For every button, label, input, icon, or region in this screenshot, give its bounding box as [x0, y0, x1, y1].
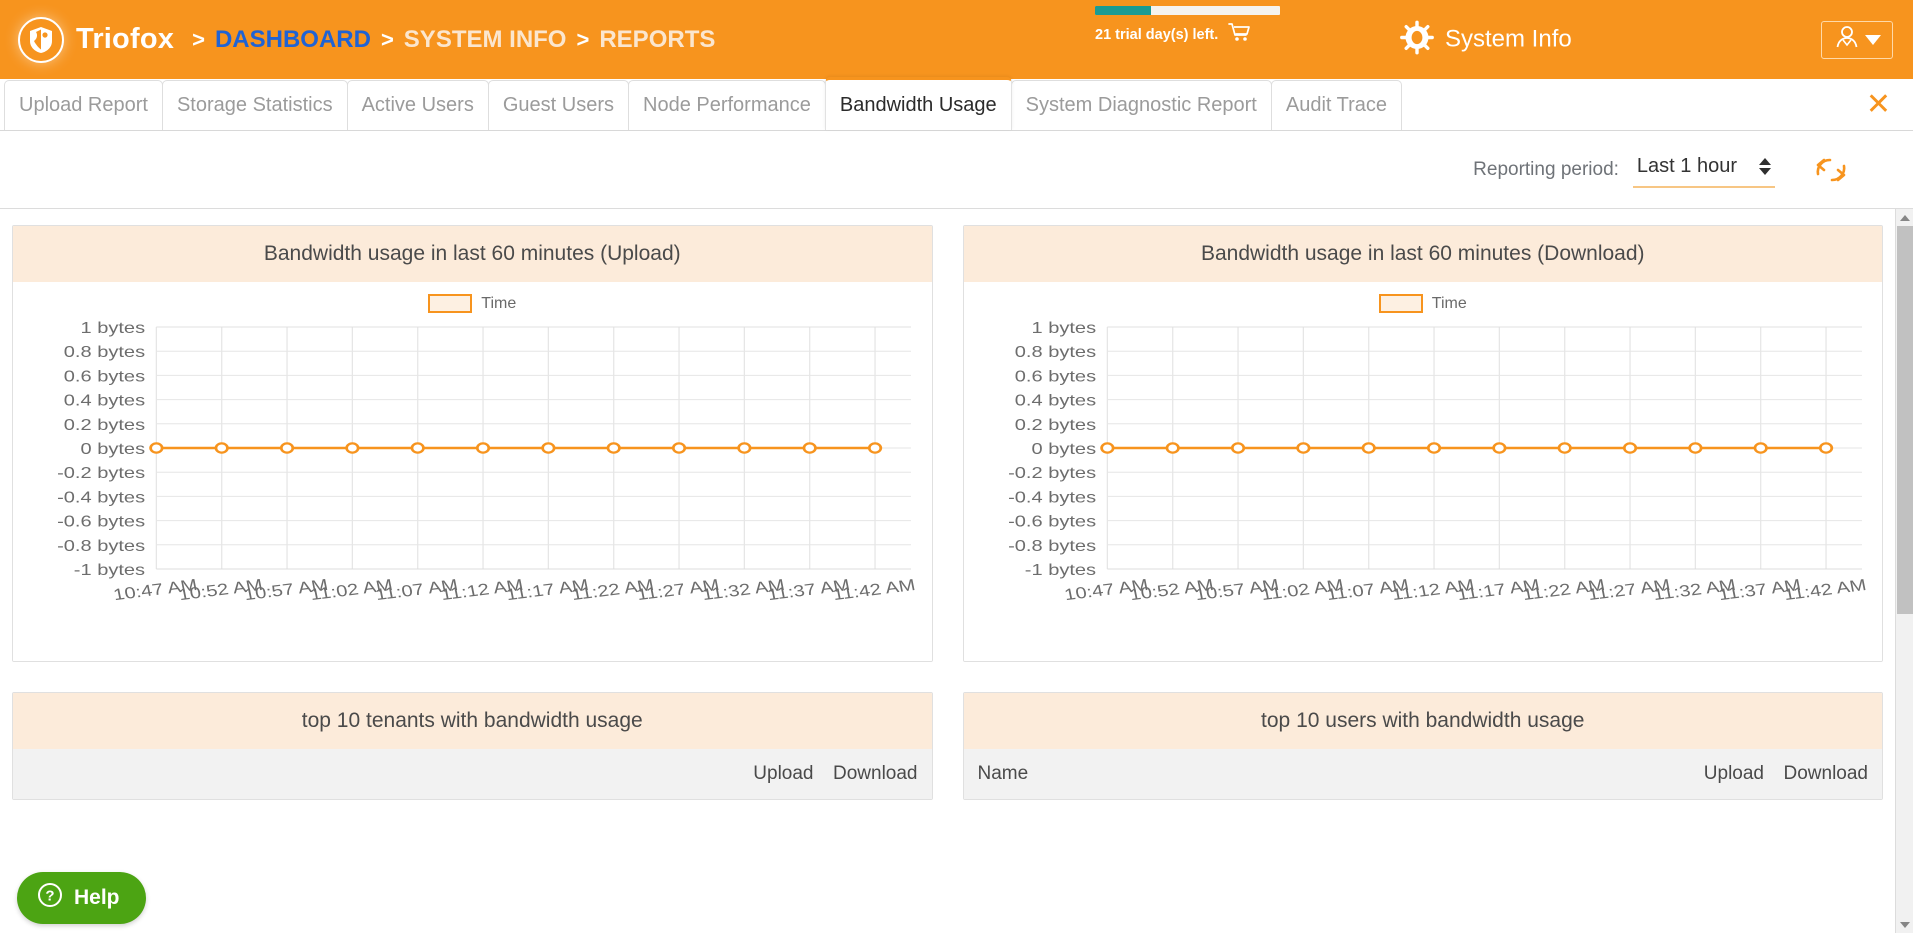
- svg-text:-1 bytes: -1 bytes: [1024, 561, 1095, 579]
- table-title-users: top 10 users with bandwidth usage: [963, 693, 1882, 749]
- legend-swatch-time: [1378, 294, 1423, 313]
- app-header: Triofox > DASHBOARD > SYSTEM INFO > REPO…: [0, 0, 1913, 79]
- chart-plot-download[interactable]: 1 bytes 0.8 bytes 0.6 bytes 0.4 bytes 0.2 by…: [972, 317, 1875, 657]
- tab-storage-statistics[interactable]: Storage Statistics: [161, 80, 348, 130]
- chart-card-download: Bandwidth usage in last 60 minutes (Down…: [962, 225, 1883, 662]
- tab-guest-users[interactable]: Guest Users: [487, 80, 629, 130]
- spinner-arrows-icon: [1759, 158, 1771, 175]
- table-header-tenants: Upload Download: [13, 749, 932, 799]
- trial-status: 21 trial day(s) left.: [1095, 6, 1280, 47]
- breadcrumb-separator-3: >: [576, 26, 590, 52]
- report-content: Bandwidth usage in last 60 minutes (Uplo…: [0, 209, 1913, 933]
- help-button[interactable]: ? Help: [17, 872, 146, 924]
- chart-title-upload: Bandwidth usage in last 60 minutes (Uplo…: [13, 226, 932, 282]
- close-icon[interactable]: ✕: [1866, 89, 1891, 120]
- cards-grid: Bandwidth usage in last 60 minutes (Uplo…: [0, 209, 1895, 800]
- reporting-period-label: Reporting period:: [1473, 158, 1619, 180]
- breadcrumb-item-system-info[interactable]: SYSTEM INFO: [404, 26, 567, 54]
- table-card-users: top 10 users with bandwidth usage Name U…: [962, 692, 1883, 800]
- breadcrumb-item-reports[interactable]: REPORTS: [599, 26, 715, 54]
- svg-text:-0.4 bytes: -0.4 bytes: [57, 488, 145, 506]
- report-toolbar: Reporting period: Last 1 hour: [0, 131, 1913, 209]
- vertical-scrollbar[interactable]: [1895, 209, 1913, 933]
- system-info-label: System Info: [1445, 25, 1572, 53]
- help-label: Help: [74, 886, 120, 909]
- chart-plot-upload[interactable]: 1 bytes 0.8 bytes 0.6 bytes 0.4 bytes 0.2 by…: [21, 317, 924, 657]
- svg-text:0.6 bytes: 0.6 bytes: [64, 367, 145, 385]
- chart-legend-download: Time: [972, 288, 1875, 317]
- tab-upload-report[interactable]: Upload Report: [4, 80, 163, 130]
- trial-days-label: 21 trial day(s) left.: [1095, 26, 1219, 43]
- scrollbar-thumb[interactable]: [1897, 226, 1913, 614]
- table-col-upload-users[interactable]: Upload: [1660, 763, 1764, 785]
- chart-legend-upload: Time: [21, 288, 924, 317]
- table-col-upload-tenants[interactable]: Upload: [710, 763, 813, 785]
- breadcrumb-item-dashboard[interactable]: DASHBOARD: [215, 26, 371, 54]
- table-col-download-tenants[interactable]: Download: [814, 763, 918, 785]
- scroll-area: Bandwidth usage in last 60 minutes (Uplo…: [0, 209, 1895, 933]
- svg-text:?: ?: [45, 888, 54, 905]
- question-mark-icon: ?: [37, 882, 63, 914]
- refresh-icon[interactable]: [1809, 152, 1853, 188]
- svg-text:0.2 bytes: 0.2 bytes: [64, 416, 145, 434]
- chart-card-upload: Bandwidth usage in last 60 minutes (Uplo…: [12, 225, 933, 662]
- svg-text:-1 bytes: -1 bytes: [74, 561, 145, 579]
- svg-text:-0.2 bytes: -0.2 bytes: [1008, 464, 1096, 482]
- table-card-tenants: top 10 tenants with bandwidth usage Uplo…: [12, 692, 933, 800]
- tab-bandwidth-usage[interactable]: Bandwidth Usage: [824, 77, 1012, 130]
- trial-progress-bar: [1095, 6, 1280, 15]
- brand-name: Triofox: [76, 23, 175, 55]
- svg-text:0.2 bytes: 0.2 bytes: [1014, 416, 1095, 434]
- gear-icon: [1400, 20, 1434, 59]
- svg-text:-0.8 bytes: -0.8 bytes: [1008, 537, 1096, 555]
- svg-text:-0.4 bytes: -0.4 bytes: [1008, 488, 1096, 506]
- table-col-download-users[interactable]: Download: [1764, 763, 1869, 785]
- system-info-button[interactable]: System Info: [1400, 20, 1572, 59]
- svg-text:0.6 bytes: 0.6 bytes: [1014, 367, 1095, 385]
- table-col-name-users: Name: [977, 763, 1029, 784]
- breadcrumb-separator-1: >: [192, 26, 205, 52]
- tab-node-performance[interactable]: Node Performance: [628, 80, 826, 130]
- svg-text:0.8 bytes: 0.8 bytes: [64, 343, 145, 361]
- svg-text:0.4 bytes: 0.4 bytes: [64, 391, 145, 409]
- svg-text:0 bytes: 0 bytes: [1031, 440, 1096, 458]
- tab-audit-trace[interactable]: Audit Trace: [1270, 80, 1403, 130]
- breadcrumb-separator-2: >: [380, 26, 394, 52]
- triofox-logo-icon: [18, 16, 64, 63]
- svg-text:0 bytes: 0 bytes: [80, 440, 145, 458]
- legend-swatch-time: [428, 294, 473, 313]
- report-tabs: Upload Report Storage Statistics Active …: [0, 77, 1913, 131]
- svg-text:-0.2 bytes: -0.2 bytes: [57, 464, 145, 482]
- reporting-period-select[interactable]: Last 1 hour: [1632, 151, 1775, 188]
- legend-label-time: Time: [1431, 294, 1467, 312]
- svg-text:0.4 bytes: 0.4 bytes: [1014, 391, 1095, 409]
- svg-text:0.8 bytes: 0.8 bytes: [1014, 343, 1095, 361]
- shopping-cart-icon[interactable]: [1228, 22, 1251, 47]
- svg-text:1 bytes: 1 bytes: [1031, 319, 1096, 337]
- chevron-down-icon: [1864, 34, 1881, 45]
- scroll-up-icon[interactable]: [1896, 209, 1913, 226]
- chart-title-download: Bandwidth usage in last 60 minutes (Down…: [963, 226, 1882, 282]
- table-title-tenants: top 10 tenants with bandwidth usage: [13, 693, 932, 749]
- reporting-period-value: Last 1 hour: [1636, 155, 1737, 177]
- tab-system-diagnostic-report[interactable]: System Diagnostic Report: [1010, 80, 1272, 130]
- brand-logo[interactable]: Triofox: [18, 16, 175, 63]
- svg-text:-0.8 bytes: -0.8 bytes: [57, 537, 145, 555]
- svg-text:-0.6 bytes: -0.6 bytes: [1008, 512, 1096, 530]
- table-header-users: Name Upload Download: [963, 749, 1882, 799]
- breadcrumb: > DASHBOARD > SYSTEM INFO > REPORTS: [192, 26, 715, 54]
- tab-active-users[interactable]: Active Users: [346, 80, 489, 130]
- svg-text:-0.6 bytes: -0.6 bytes: [57, 512, 145, 530]
- svg-text:1 bytes: 1 bytes: [80, 319, 145, 337]
- legend-label-time: Time: [481, 294, 517, 312]
- trial-progress-fill: [1095, 6, 1151, 15]
- user-avatar-icon: [1834, 24, 1860, 55]
- scroll-down-icon[interactable]: [1896, 916, 1913, 933]
- user-menu-button[interactable]: [1821, 20, 1893, 59]
